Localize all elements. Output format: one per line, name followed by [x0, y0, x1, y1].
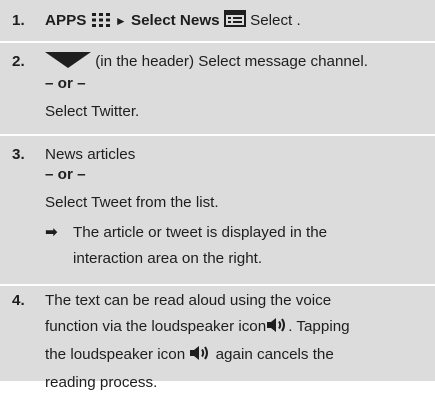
step-4-line-3-text: the loudspeaker icon: [45, 346, 190, 363]
step-4-line-3: the loudspeaker icon again cancels the: [45, 342, 429, 370]
step-4: 4. The text can be read aloud using the …: [0, 286, 435, 391]
or-separator: – or –: [45, 75, 86, 92]
step-number: 3.: [12, 146, 25, 163]
apps-label: APPS: [45, 12, 87, 29]
result-text-1: The article or tweet is displayed in the: [73, 224, 328, 241]
step-4-line-2: function via the loudspeaker icon . Tapp…: [45, 314, 429, 342]
loudspeaker-icon: [266, 316, 288, 342]
step-2: 2. (in the header) Select message channe…: [0, 43, 435, 136]
arrow-glyph: ►: [114, 14, 127, 28]
result-arrow-icon: ➡: [45, 224, 58, 241]
dropdown-triangle-icon: [45, 51, 91, 77]
step-4-line-2-text: function via the loudspeaker icon: [45, 318, 267, 335]
step-4-line-3-end: again cancels the: [211, 346, 334, 363]
step-number: 1.: [12, 12, 25, 29]
or-separator: – or –: [45, 166, 86, 183]
step-4-line-4: reading process.: [45, 374, 158, 391]
step-1-text: APPS ► Select News Select .: [45, 8, 429, 36]
step-2-alt-text: Select Twitter.: [45, 103, 140, 120]
select-news-label: Select News: [130, 12, 220, 29]
select-suffix: Select .: [245, 12, 301, 29]
step-number: 2.: [12, 53, 25, 70]
instruction-steps: 1. APPS ► Select News Select . 2. (in th…: [0, 0, 435, 391]
step-2-text: (in the header) Select message channel.: [45, 49, 429, 77]
loudspeaker-icon: [189, 344, 211, 370]
step-3: 3. News articles – or – Select Tweet fro…: [0, 136, 435, 286]
step-3-text: News articles: [45, 146, 136, 163]
news-list-icon: [223, 10, 246, 36]
step-1: 1. APPS ► Select News Select .: [0, 0, 435, 43]
result-text-2: interaction area on the right.: [73, 250, 263, 267]
step-3-alt-text: Select Tweet from the list.: [45, 194, 219, 211]
apps-grid-icon: [91, 10, 111, 36]
step-4-line-2-end: . Tapping: [288, 318, 350, 335]
result-line: ➡ The article or tweet is displayed in t…: [45, 220, 429, 272]
step-4-line-1: The text can be read aloud using the voi…: [45, 292, 332, 309]
step-number: 4.: [12, 292, 25, 309]
step-2-header-text: (in the header) Select message channel.: [91, 53, 368, 70]
